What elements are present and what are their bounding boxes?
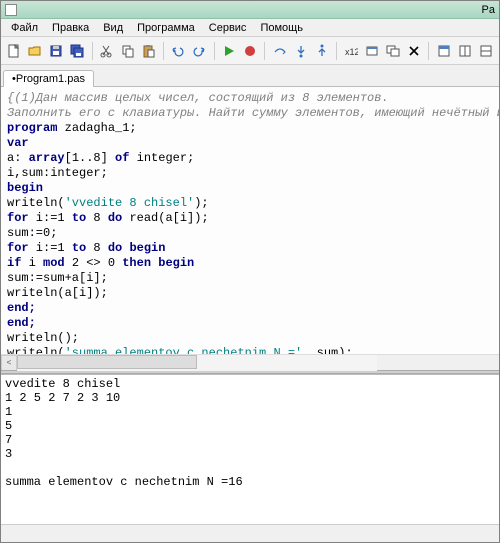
kw-do: do <box>108 211 122 225</box>
tabbar: •Program1.pas <box>1 65 499 87</box>
string-literal: 'summa elementov c nechetnim N =' <box>65 346 303 354</box>
save-icon[interactable] <box>47 41 66 61</box>
kw-for: for <box>7 211 29 225</box>
kw-to: to <box>72 241 86 255</box>
menu-service[interactable]: Сервис <box>203 21 253 35</box>
step-into-icon[interactable] <box>291 41 310 61</box>
kw-of: of <box>115 151 129 165</box>
code-text: ); <box>194 196 208 210</box>
close-icon[interactable] <box>405 41 424 61</box>
code-text: read(a[i]); <box>122 211 208 225</box>
svg-text:x123: x123 <box>345 47 358 57</box>
window1-icon[interactable] <box>363 41 382 61</box>
code-text: sum:=0; <box>7 226 57 240</box>
code-text: writeln( <box>7 346 65 354</box>
window2-icon[interactable] <box>384 41 403 61</box>
kw-array: array <box>29 151 65 165</box>
separator <box>264 42 265 60</box>
paste-icon[interactable] <box>139 41 158 61</box>
toolbar: x123 <box>1 37 499 65</box>
separator <box>163 42 164 60</box>
menu-program[interactable]: Программа <box>131 21 201 35</box>
step-out-icon[interactable] <box>312 41 331 61</box>
code-text: , sum); <box>302 346 352 354</box>
kw-do: do <box>108 241 122 255</box>
kw-end: end; <box>7 316 36 330</box>
menu-help[interactable]: Помощь <box>254 21 309 35</box>
open-icon[interactable] <box>26 41 45 61</box>
output-panel[interactable]: vvedite 8 chisel 1 2 5 2 7 2 3 10 1 5 7 … <box>1 374 499 524</box>
kw-to: to <box>72 211 86 225</box>
code-text: 8 <box>86 241 108 255</box>
cut-icon[interactable] <box>97 41 116 61</box>
kw-var: var <box>7 136 29 150</box>
window3-icon[interactable] <box>434 41 453 61</box>
menu-file[interactable]: Файл <box>5 21 44 35</box>
kw-then: then <box>122 256 151 270</box>
kw-if: if <box>7 256 21 270</box>
app-icon <box>5 4 17 16</box>
code-text: i,sum:integer; <box>7 166 108 180</box>
tab-program1[interactable]: •Program1.pas <box>3 70 94 87</box>
code-text: a: <box>7 151 29 165</box>
kw-end: end; <box>7 301 36 315</box>
var-icon[interactable]: x123 <box>342 41 361 61</box>
separator <box>214 42 215 60</box>
menu-view[interactable]: Вид <box>97 21 129 35</box>
code-text: i <box>21 256 43 270</box>
code-text: [1..8] <box>65 151 115 165</box>
scroll-track[interactable] <box>17 355 377 371</box>
copy-icon[interactable] <box>118 41 137 61</box>
kw-mod: mod <box>43 256 65 270</box>
new-icon[interactable] <box>5 41 24 61</box>
code-text: i:=1 <box>29 211 72 225</box>
redo-icon[interactable] <box>190 41 209 61</box>
kw-for: for <box>7 241 29 255</box>
code-text: sum:=sum+a[i]; <box>7 271 108 285</box>
statusbar <box>1 524 499 542</box>
separator <box>428 42 429 60</box>
code-text: writeln( <box>7 196 65 210</box>
code-text: integer; <box>129 151 194 165</box>
kw-begin: begin <box>151 256 194 270</box>
separator <box>336 42 337 60</box>
undo-icon[interactable] <box>169 41 188 61</box>
separator <box>92 42 93 60</box>
string-literal: 'vvedite 8 chisel' <box>65 196 195 210</box>
code-text: zadagha_1; <box>57 121 136 135</box>
code-text: 2 <> 0 <box>65 256 123 270</box>
code-text: i:=1 <box>29 241 72 255</box>
run-icon[interactable] <box>220 41 239 61</box>
code-text: 8 <box>86 211 108 225</box>
stop-icon[interactable] <box>241 41 260 61</box>
step-over-icon[interactable] <box>270 41 289 61</box>
kw-begin: begin <box>7 181 43 195</box>
kw-program: program <box>7 121 57 135</box>
scroll-thumb[interactable] <box>17 355 197 369</box>
horizontal-scrollbar[interactable]: < <box>1 354 499 370</box>
code-text: writeln(); <box>7 331 79 345</box>
scroll-left-arrow[interactable]: < <box>1 355 17 371</box>
menubar: Файл Правка Вид Программа Сервис Помощь <box>1 19 499 37</box>
kw-begin: begin <box>122 241 165 255</box>
code-editor[interactable]: {(1)Дан массив целых чисел, состоящий из… <box>1 87 499 354</box>
saveall-icon[interactable] <box>68 41 87 61</box>
titlebar: Pa <box>1 1 499 19</box>
window4-icon[interactable] <box>455 41 474 61</box>
comment-line: {(1)Дан массив целых чисел, состоящий из… <box>7 91 389 105</box>
title-right: Pa <box>482 4 495 16</box>
menu-edit[interactable]: Правка <box>46 21 95 35</box>
code-text: writeln(a[i]); <box>7 286 108 300</box>
comment-line: Заполнить его с клавиатуры. Найти сумму … <box>7 106 499 120</box>
window5-icon[interactable] <box>476 41 495 61</box>
